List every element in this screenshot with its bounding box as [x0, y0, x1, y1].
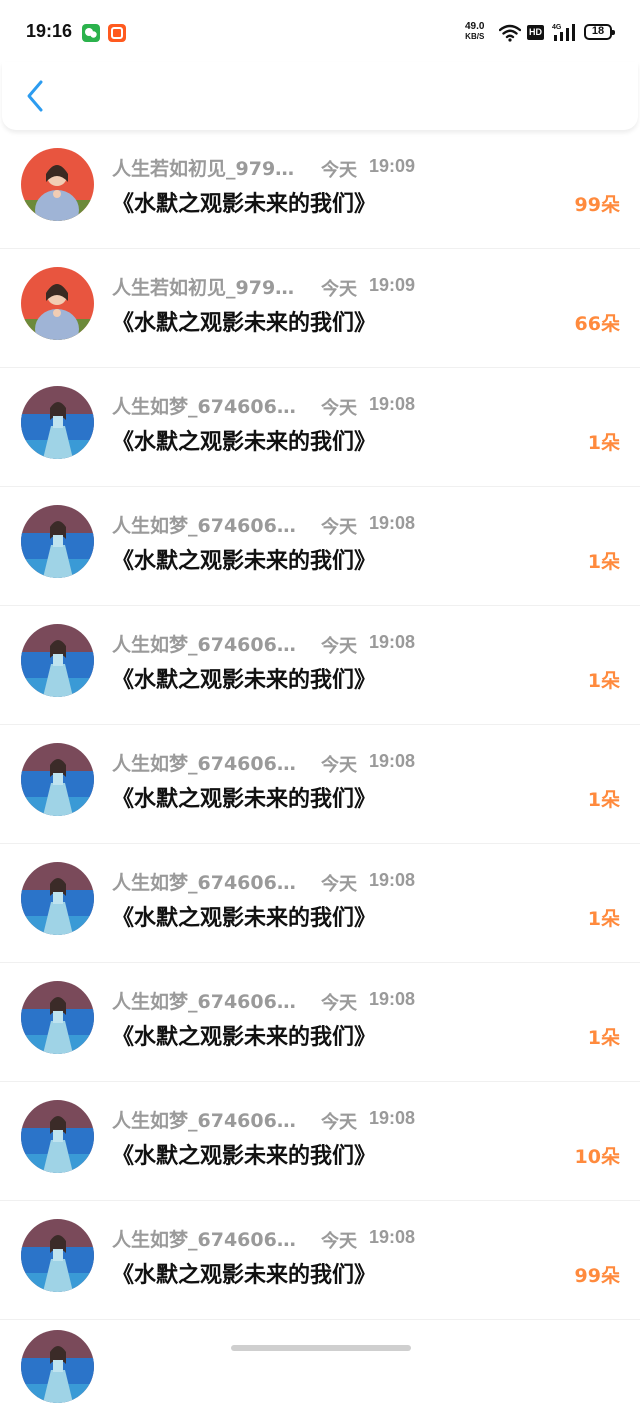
avatar[interactable]: [21, 624, 94, 697]
top-nav-bar: [2, 62, 638, 130]
list-item[interactable]: 人生若如初见_979… 今天 19:09 《水默之观影未来的我们》 99朵: [0, 130, 640, 249]
sender-nickname: 人生如梦_674606…: [112, 872, 296, 894]
send-time: 19:08: [369, 1108, 416, 1128]
list-item[interactable]: 人生如梦_674606… 今天 19:08 《水默之观影未来的我们》 1朵: [0, 844, 640, 963]
send-date: 今天: [321, 993, 357, 1014]
work-title: 《水默之观影未来的我们》: [112, 906, 377, 931]
sender-nickname: 人生若如初见_979…: [112, 277, 295, 299]
avatar[interactable]: [21, 1219, 94, 1292]
work-title: 《水默之观影未来的我们》: [112, 311, 377, 336]
send-time: 19:09: [369, 275, 416, 295]
work-title: 《水默之观影未来的我们》: [112, 549, 377, 574]
work-title: 《水默之观影未来的我们》: [112, 192, 377, 217]
send-time: 19:08: [369, 989, 416, 1009]
flower-count: 1朵: [587, 551, 620, 573]
send-date: 今天: [321, 1231, 357, 1252]
work-title: 《水默之观影未来的我们》: [112, 1025, 377, 1050]
work-title: 《水默之观影未来的我们》: [112, 787, 377, 812]
battery-level: 18: [591, 25, 605, 37]
list-item[interactable]: 人生如梦_674606… 今天 19:08 《水默之观影未来的我们》 1朵: [0, 963, 640, 1082]
flower-count: 1朵: [587, 908, 620, 930]
avatar[interactable]: [21, 505, 94, 578]
sender-nickname: 人生如梦_674606…: [112, 1229, 296, 1251]
wifi-icon: [499, 24, 521, 42]
gift-record-list: 人生若如初见_979… 今天 19:09 《水默之观影未来的我们》 99朵 人生…: [0, 130, 640, 1403]
avatar[interactable]: [21, 981, 94, 1054]
sender-nickname: 人生如梦_674606…: [112, 515, 296, 537]
send-date: 今天: [321, 279, 357, 300]
send-time: 19:08: [369, 513, 416, 533]
sender-nickname: 人生如梦_674606…: [112, 991, 296, 1013]
flower-count: 10朵: [574, 1146, 620, 1168]
flower-count: 1朵: [587, 1027, 620, 1049]
avatar[interactable]: [21, 267, 94, 340]
send-date: 今天: [321, 1112, 357, 1133]
work-title: 《水默之观影未来的我们》: [112, 1144, 377, 1169]
send-time: 19:09: [369, 156, 416, 176]
speed-value: 49.0: [465, 21, 485, 32]
send-time: 19:08: [369, 632, 416, 652]
back-button[interactable]: [22, 78, 52, 114]
flower-count: 1朵: [587, 432, 620, 454]
send-date: 今天: [321, 874, 357, 895]
speed-unit: KB/S: [465, 32, 485, 41]
send-time: 19:08: [369, 394, 416, 414]
taobao-notification-icon: [108, 24, 126, 42]
work-title: 《水默之观影未来的我们》: [112, 1263, 377, 1288]
list-item[interactable]: 人生如梦_674606… 今天 19:08 《水默之观影未来的我们》 1朵: [0, 606, 640, 725]
network-type: 4G: [552, 24, 562, 31]
list-item[interactable]: 人生如梦_674606… 今天 19:08 《水默之观影未来的我们》 99朵: [0, 1201, 640, 1320]
flower-count: 1朵: [587, 789, 620, 811]
cellular-signal-icon: 4G: [552, 24, 575, 41]
work-title: 《水默之观影未来的我们》: [112, 668, 377, 693]
network-speed: 49.0 KB/S: [465, 21, 484, 41]
avatar[interactable]: [21, 1100, 94, 1173]
sender-nickname: 人生如梦_674606…: [112, 634, 296, 656]
flower-count: 66朵: [574, 313, 620, 335]
send-time: 19:08: [369, 870, 416, 890]
send-time: 19:08: [369, 751, 416, 771]
send-date: 今天: [321, 636, 357, 657]
home-indicator[interactable]: [231, 1345, 411, 1351]
flower-count: 99朵: [574, 1265, 620, 1287]
sender-nickname: 人生如梦_674606…: [112, 1110, 296, 1132]
avatar[interactable]: [21, 1330, 94, 1403]
wechat-notification-icon: [82, 24, 100, 42]
avatar[interactable]: [21, 743, 94, 816]
avatar[interactable]: [21, 862, 94, 935]
send-date: 今天: [321, 755, 357, 776]
avatar[interactable]: [21, 386, 94, 459]
send-time: 19:08: [369, 1227, 416, 1247]
send-date: 今天: [321, 517, 357, 538]
list-item[interactable]: 人生如梦_674606… 今天 19:08 《水默之观影未来的我们》 1朵: [0, 725, 640, 844]
work-title: 《水默之观影未来的我们》: [112, 430, 377, 455]
list-item[interactable]: 人生如梦_674606… 今天 19:08 《水默之观影未来的我们》 10朵: [0, 1082, 640, 1201]
status-time: 19:16: [26, 21, 73, 41]
list-item[interactable]: 人生如梦_674606… 今天 19:08 《水默之观影未来的我们》 1朵: [0, 487, 640, 606]
list-item-partial[interactable]: [0, 1320, 640, 1403]
flower-count: 99朵: [574, 194, 620, 216]
status-bar: 19:16 49.0 KB/S HD 4G 18: [0, 0, 640, 66]
flower-count: 1朵: [587, 670, 620, 692]
avatar[interactable]: [21, 148, 94, 221]
sender-nickname: 人生如梦_674606…: [112, 396, 296, 418]
sender-nickname: 人生如梦_674606…: [112, 753, 296, 775]
list-item[interactable]: 人生如梦_674606… 今天 19:08 《水默之观影未来的我们》 1朵: [0, 368, 640, 487]
send-date: 今天: [321, 160, 357, 181]
hd-voice-icon: HD: [527, 25, 544, 40]
send-date: 今天: [321, 398, 357, 419]
sender-nickname: 人生若如初见_979…: [112, 158, 295, 180]
chevron-left-icon: [27, 80, 43, 112]
list-item[interactable]: 人生若如初见_979… 今天 19:09 《水默之观影未来的我们》 66朵: [0, 249, 640, 368]
battery-icon: 18: [584, 24, 615, 40]
